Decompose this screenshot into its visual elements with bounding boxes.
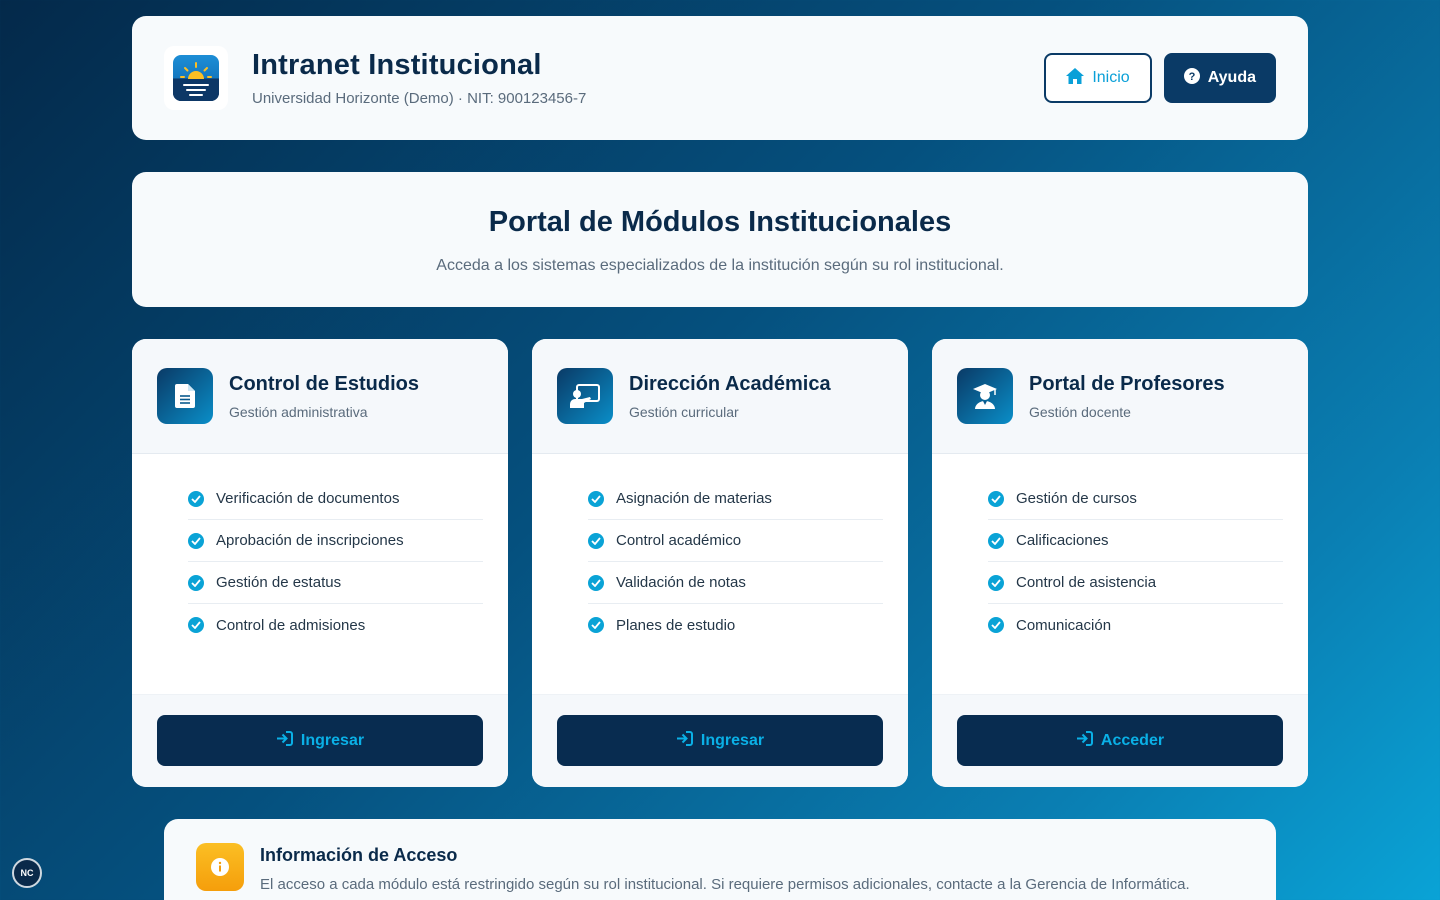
site-subtitle: Universidad Horizonte (Demo) · NIT: 9001…: [252, 90, 587, 107]
acceder-portal-profesores-button[interactable]: Acceder: [957, 715, 1283, 766]
check-circle-icon: [588, 574, 604, 591]
site-header: Intranet Institucional Universidad Horiz…: [132, 16, 1308, 140]
ingresar-direccion-academica-button[interactable]: Ingresar: [557, 715, 883, 766]
list-item: Gestión de estatus: [188, 562, 483, 604]
info-icon: [196, 843, 244, 891]
feature-label: Aprobación de inscripciones: [216, 532, 404, 549]
list-item: Calificaciones: [988, 520, 1283, 562]
card-header: Dirección Académica Gestión curricular: [532, 339, 908, 454]
card-subtitle: Gestión curricular: [629, 403, 739, 420]
feature-label: Gestión de estatus: [216, 574, 342, 591]
module-card-direccion-academica: Dirección Académica Gestión curricular A…: [532, 339, 908, 787]
feature-label: Asignación de materias: [616, 490, 772, 507]
card-title: Control de Estudios: [229, 372, 419, 395]
list-item: Gestión de cursos: [988, 478, 1283, 520]
teacher-board-icon: [557, 368, 613, 424]
list-item: Control de asistencia: [988, 562, 1283, 604]
button-label: Ingresar: [700, 731, 765, 749]
feature-list: Gestión de cursos Calificaciones Control…: [932, 454, 1308, 694]
card-header: Portal de Profesores Gestión docente: [932, 339, 1308, 454]
feature-list: Verificación de documentos Aprobación de…: [132, 454, 508, 694]
button-label: Ingresar: [300, 731, 365, 749]
check-circle-icon: [188, 574, 204, 591]
check-circle-icon: [588, 532, 604, 549]
page-subtitle: Acceda a los sistemas especializados de …: [436, 257, 1004, 274]
card-title: Portal de Profesores: [1029, 372, 1225, 395]
svg-text:?: ?: [1188, 71, 1195, 83]
check-circle-icon: [588, 490, 604, 507]
card-footer: Ingresar: [132, 694, 508, 787]
question-icon: ?: [1183, 67, 1200, 89]
list-item: Control académico: [588, 520, 883, 562]
card-subtitle: Gestión docente: [1029, 403, 1131, 420]
card-title: Dirección Académica: [629, 372, 831, 395]
access-info-panel: Información de Acceso El acceso a cada m…: [164, 819, 1276, 900]
list-item: Aprobación de inscripciones: [188, 520, 483, 562]
list-item: Comunicación: [988, 604, 1283, 646]
check-circle-icon: [588, 617, 604, 633]
ingresar-control-estudios-button[interactable]: Ingresar: [157, 715, 483, 766]
feature-label: Control académico: [616, 532, 742, 549]
button-label: Acceder: [1100, 731, 1165, 749]
check-circle-icon: [988, 574, 1004, 591]
feature-list: Asignación de materias Control académico…: [532, 454, 908, 694]
card-footer: Acceder: [932, 694, 1308, 787]
list-item: Verificación de documentos: [188, 478, 483, 520]
check-circle-icon: [188, 532, 204, 549]
feature-label: Control de admisiones: [216, 616, 366, 634]
nc-badge[interactable]: NC: [12, 858, 42, 888]
institution-logo: [164, 46, 228, 110]
check-circle-icon: [188, 490, 204, 507]
site-title: Intranet Institucional: [252, 49, 542, 81]
feature-label: Gestión de cursos: [1016, 490, 1137, 507]
sign-in-icon: [1076, 730, 1093, 751]
check-circle-icon: [988, 532, 1004, 549]
module-card-control-estudios: Control de Estudios Gestión administrati…: [132, 339, 508, 787]
help-button[interactable]: ? Ayuda: [1163, 53, 1276, 103]
feature-label: Control de asistencia: [1016, 574, 1157, 591]
feature-label: Comunicación: [1016, 616, 1112, 634]
list-item: Asignación de materias: [588, 478, 883, 520]
module-cards: Control de Estudios Gestión administrati…: [132, 339, 1308, 787]
feature-label: Calificaciones: [1016, 532, 1109, 549]
card-footer: Ingresar: [532, 694, 908, 787]
sunrise-logo-icon: [173, 55, 219, 101]
module-card-portal-profesores: Portal de Profesores Gestión docente Ges…: [932, 339, 1308, 787]
intro-panel: Portal de Módulos Institucionales Acceda…: [132, 172, 1308, 307]
sign-in-icon: [276, 730, 293, 751]
document-icon: [157, 368, 213, 424]
check-circle-icon: [988, 490, 1004, 507]
list-item: Planes de estudio: [588, 604, 883, 646]
info-text: El acceso a cada módulo está restringido…: [260, 876, 1190, 893]
feature-label: Planes de estudio: [616, 616, 736, 634]
help-button-label: Ayuda: [1207, 69, 1256, 86]
graduate-icon: [957, 368, 1013, 424]
card-header: Control de Estudios Gestión administrati…: [132, 339, 508, 454]
page-title: Portal de Módulos Institucionales: [488, 206, 952, 238]
list-item: Control de admisiones: [188, 604, 483, 646]
list-item: Validación de notas: [588, 562, 883, 604]
home-icon: [1066, 67, 1085, 89]
feature-label: Validación de notas: [616, 574, 746, 591]
home-button[interactable]: Inicio: [1044, 53, 1152, 103]
card-subtitle: Gestión administrativa: [229, 403, 368, 420]
check-circle-icon: [188, 617, 204, 633]
check-circle-icon: [988, 617, 1004, 633]
info-title: Información de Acceso: [260, 845, 458, 865]
home-button-label: Inicio: [1092, 69, 1130, 86]
sign-in-icon: [676, 730, 693, 751]
feature-label: Verificación de documentos: [216, 490, 400, 507]
